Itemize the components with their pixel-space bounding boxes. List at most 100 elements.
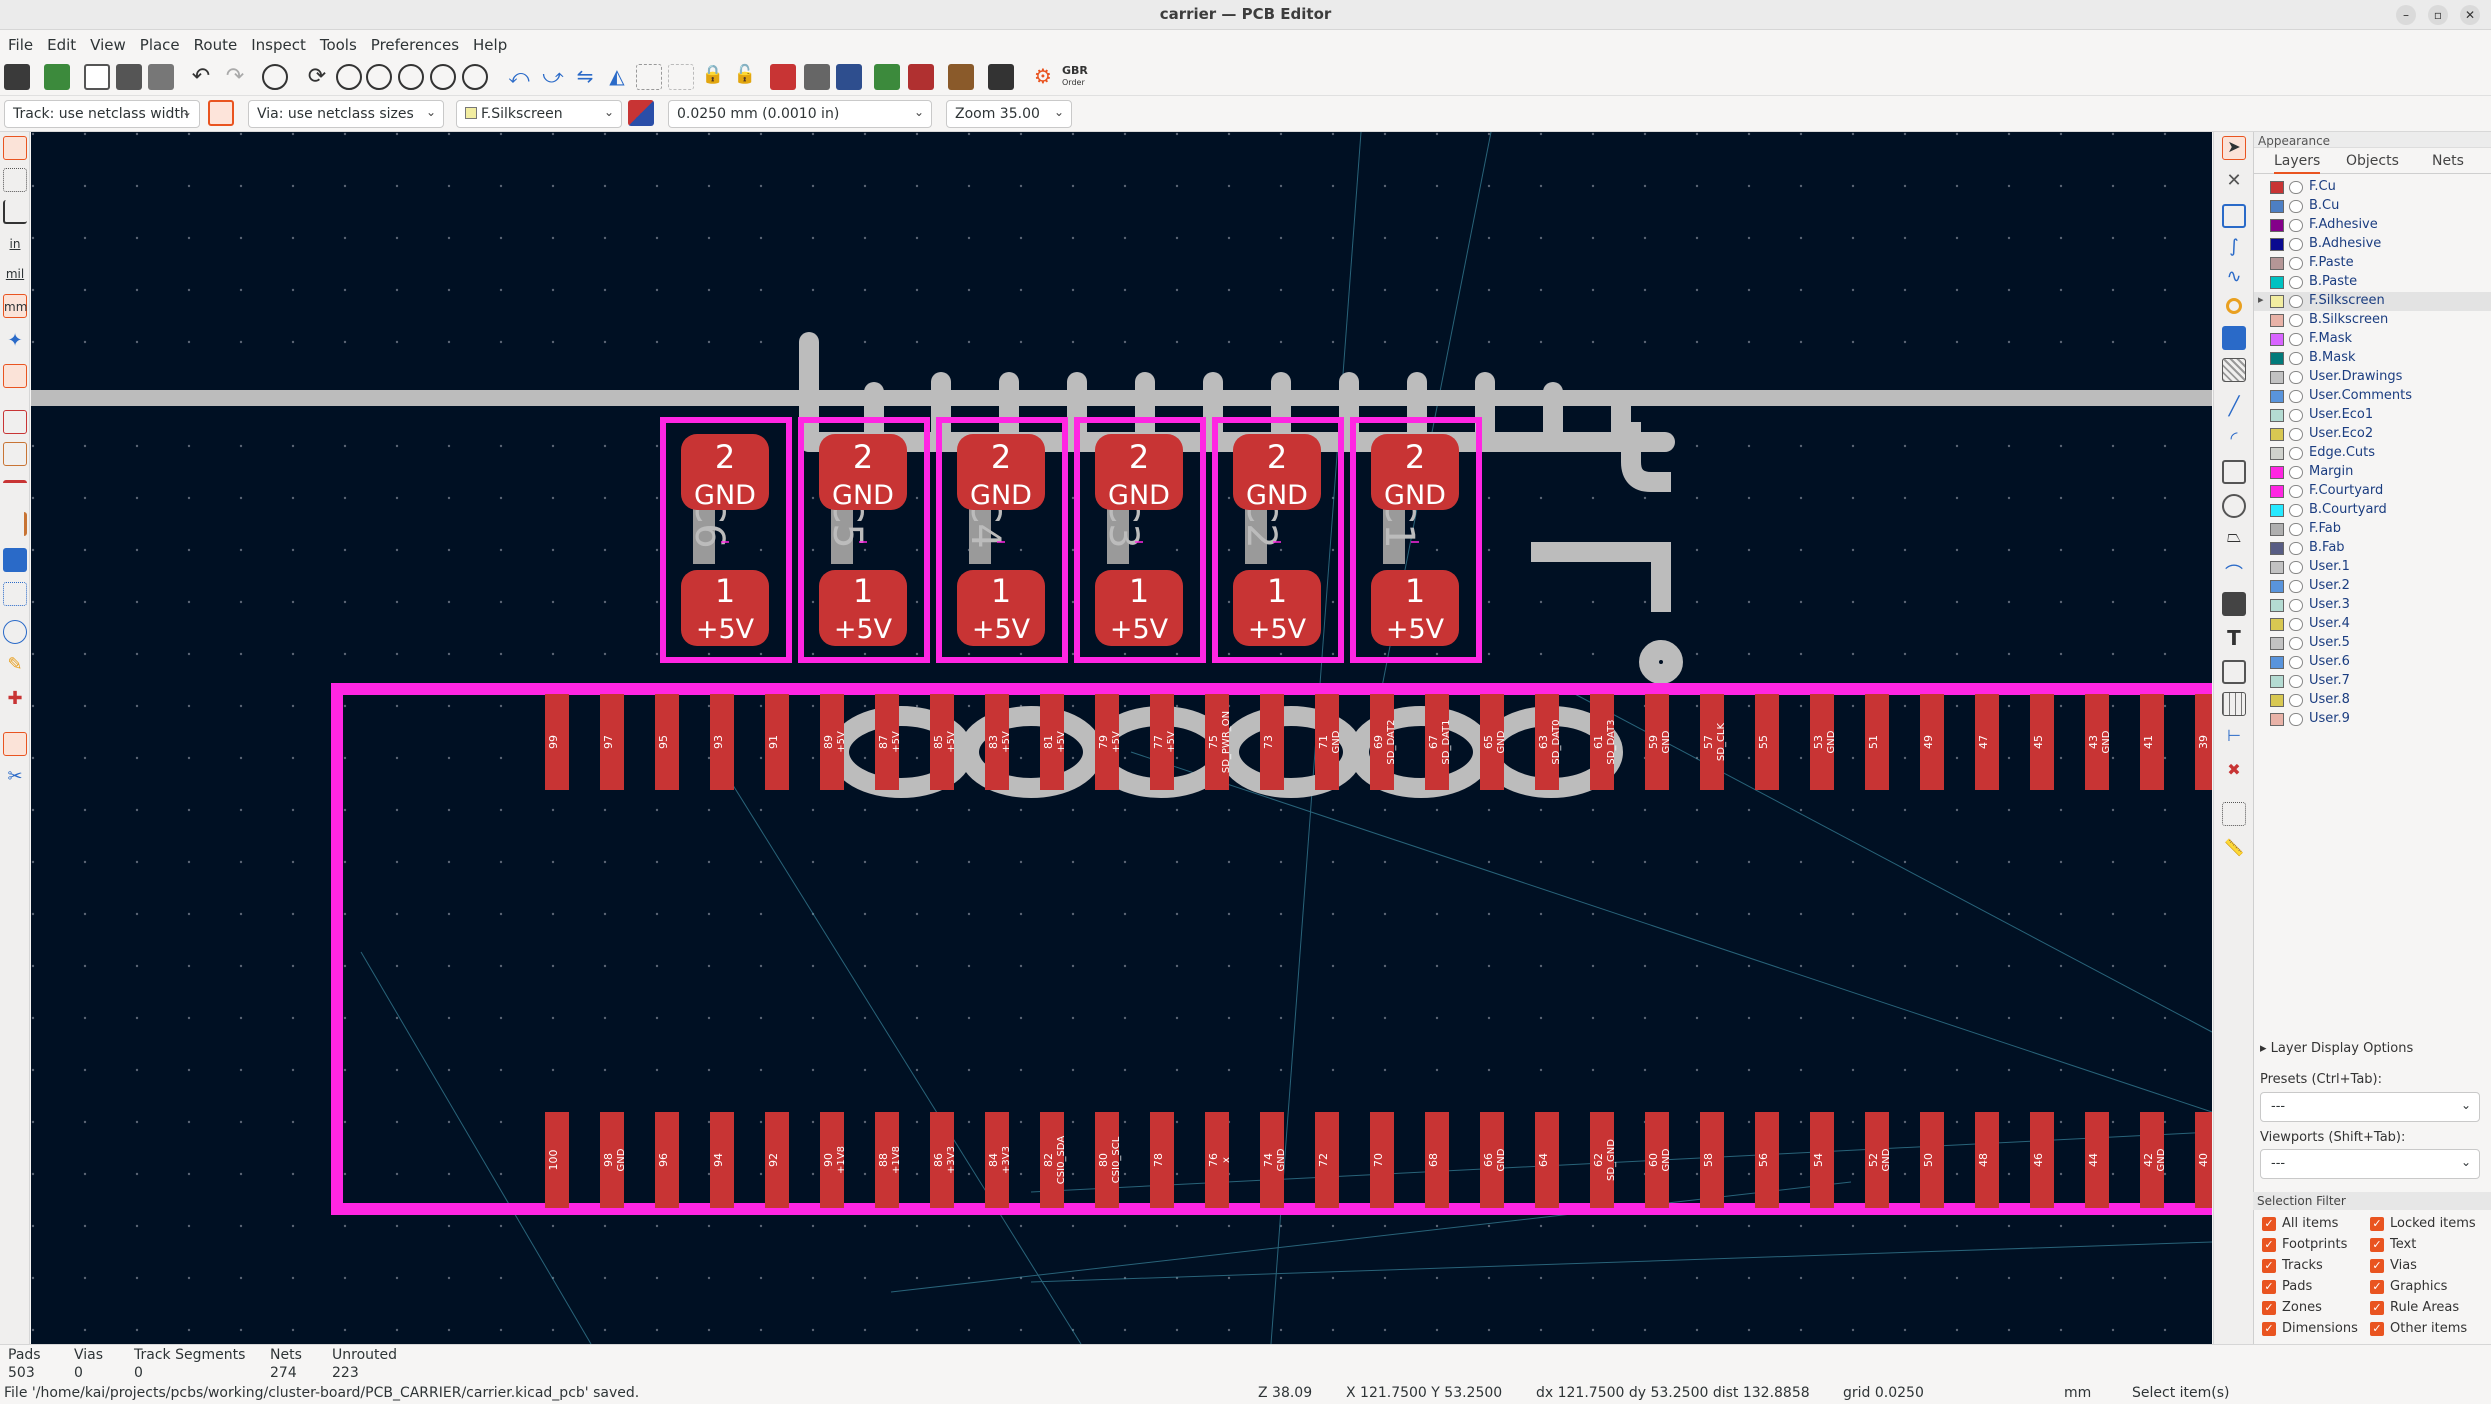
layer-row[interactable]: User.Eco2 <box>2254 425 2491 444</box>
layer-color-swatch[interactable] <box>2270 542 2284 555</box>
ungroup-icon[interactable] <box>668 64 694 90</box>
connector-pad[interactable]: 51 <box>1865 694 1889 790</box>
maximize-icon[interactable]: ▫ <box>2428 5 2448 25</box>
netlist-icon[interactable] <box>770 64 796 90</box>
draw-rectangle-icon[interactable] <box>2222 460 2246 484</box>
add-via-icon[interactable] <box>2226 298 2242 314</box>
layer-color-swatch[interactable] <box>2270 675 2284 688</box>
layer-manager-icon[interactable] <box>3 732 27 756</box>
ratsnest-toggle-icon[interactable] <box>3 410 27 434</box>
connector-pad[interactable]: 75 SD_PWR_ON <box>1205 694 1232 790</box>
layer-color-swatch[interactable] <box>2270 485 2284 498</box>
layer-color-swatch[interactable] <box>2270 333 2284 346</box>
save-icon[interactable] <box>4 64 30 90</box>
connector-pad[interactable]: 47 <box>1975 694 1999 790</box>
highlight-net-icon[interactable]: ✎ <box>3 654 27 678</box>
layer-color-swatch[interactable] <box>2270 637 2284 650</box>
connector-pad[interactable]: 82 CSI0_SDA <box>1040 1112 1067 1208</box>
zoom-out-icon[interactable] <box>366 64 392 90</box>
layer-row[interactable]: User.3 <box>2254 596 2491 615</box>
drc-icon[interactable] <box>908 64 934 90</box>
connector-pad[interactable]: 44 <box>2085 1112 2109 1208</box>
layer-row[interactable]: User.8 <box>2254 691 2491 710</box>
connector-pad[interactable]: 52 GND <box>1865 1112 1892 1208</box>
visibility-eye-icon[interactable] <box>2289 466 2303 479</box>
layer-color-swatch[interactable] <box>2270 276 2284 289</box>
connector-pad[interactable]: 90 +1V8 <box>820 1112 847 1208</box>
unlock-icon[interactable]: 🔓 <box>732 64 758 90</box>
flip-icon[interactable]: ⇋ <box>572 64 598 90</box>
layer-row[interactable]: User.7 <box>2254 672 2491 691</box>
add-table-icon[interactable] <box>2222 692 2246 716</box>
layer-select[interactable]: F.Silkscreen ⌄ <box>456 100 622 128</box>
add-textbox-icon[interactable] <box>2222 660 2246 684</box>
update-from-schematic-icon[interactable] <box>874 64 900 90</box>
ratsnest-icon[interactable] <box>3 168 27 192</box>
pcb-canvas[interactable]: C6 2 GND 1 +5V C5 2 GND 1 +5V C4 2 GND 1 +5V C3 2 GND 1 +5V… <box>31 132 2212 1344</box>
delete-icon[interactable]: ✖ <box>2222 760 2246 784</box>
layer-color-swatch[interactable] <box>2270 599 2284 612</box>
zoom-objects-icon[interactable] <box>430 64 456 90</box>
layer-color-swatch[interactable] <box>2270 352 2284 365</box>
connector-pad[interactable]: 73 <box>1260 694 1284 790</box>
visibility-eye-icon[interactable] <box>2289 181 2303 194</box>
layer-row[interactable]: F.Courtyard <box>2254 482 2491 501</box>
connector-pad[interactable]: 48 <box>1975 1112 1999 1208</box>
connector-pad[interactable]: 88 +1V8 <box>875 1112 902 1208</box>
layer-row[interactable]: User.1 <box>2254 558 2491 577</box>
angle-snap-icon[interactable] <box>3 364 27 388</box>
layer-row[interactable]: User.Eco1 <box>2254 406 2491 425</box>
add-image-icon[interactable] <box>2222 592 2246 616</box>
menu-help[interactable]: Help <box>465 30 513 54</box>
net-inspector-icon[interactable] <box>3 620 27 644</box>
connector-pad[interactable]: 60 GND <box>1645 1112 1672 1208</box>
visibility-eye-icon[interactable] <box>2289 314 2303 327</box>
add-zone-icon[interactable] <box>2222 326 2246 350</box>
millimeters-button[interactable]: mm <box>3 294 27 318</box>
connector-pad[interactable]: 97 <box>600 694 624 790</box>
connector-pad[interactable]: 72 <box>1315 1112 1339 1208</box>
connector-pad[interactable]: 39 <box>2195 694 2212 790</box>
vias-outline-icon[interactable] <box>3 512 27 536</box>
connector-pad[interactable]: 98 GND <box>600 1112 627 1208</box>
visibility-eye-icon[interactable] <box>2289 295 2303 308</box>
layer-color-swatch[interactable] <box>2270 371 2284 384</box>
connector-pad[interactable]: 94 <box>710 1112 734 1208</box>
tracks-outline-icon[interactable] <box>3 480 27 504</box>
layer-row[interactable]: Margin <box>2254 463 2491 482</box>
select-icon[interactable]: ➤ <box>2222 136 2246 160</box>
connector-pad[interactable]: 67 SD_DAT1 <box>1425 694 1452 790</box>
layer-row[interactable]: User.Comments <box>2254 387 2491 406</box>
connector-pad[interactable]: 55 <box>1755 694 1779 790</box>
layer-row[interactable]: B.Silkscreen <box>2254 311 2491 330</box>
inches-button[interactable]: in <box>3 232 27 256</box>
draw-arc-icon[interactable]: ◜ <box>2222 428 2246 452</box>
visibility-eye-icon[interactable] <box>2289 257 2303 270</box>
menu-place[interactable]: Place <box>132 30 186 54</box>
connector-pad[interactable]: 40 <box>2195 1112 2212 1208</box>
add-footprint-icon[interactable] <box>2222 204 2246 228</box>
layer-pair-icon[interactable] <box>628 100 654 126</box>
mirror-icon[interactable]: ◭ <box>604 64 630 90</box>
visibility-eye-icon[interactable] <box>2289 371 2303 384</box>
visibility-eye-icon[interactable] <box>2289 447 2303 460</box>
visibility-eye-icon[interactable] <box>2289 637 2303 650</box>
route-track-icon[interactable]: ∫ <box>2222 236 2246 260</box>
layer-row[interactable]: Edge.Cuts <box>2254 444 2491 463</box>
rotate-ccw-icon[interactable]: ⤺ <box>506 64 532 90</box>
layer-row[interactable]: F.Mask <box>2254 330 2491 349</box>
connector-pad[interactable]: 46 <box>2030 1112 2054 1208</box>
track-width-select[interactable]: Track: use netclass width ⌄ <box>4 100 200 128</box>
layer-row[interactable]: F.Fab <box>2254 520 2491 539</box>
visibility-eye-icon[interactable] <box>2289 219 2303 232</box>
layer-color-swatch[interactable] <box>2270 238 2284 251</box>
board-setup-icon[interactable] <box>44 64 70 90</box>
connector-pad[interactable]: 91 <box>765 694 789 790</box>
connector-pad[interactable]: 84 +3V3 <box>985 1112 1012 1208</box>
connector-pad[interactable]: 42 GND <box>2140 1112 2167 1208</box>
mils-button[interactable]: mil <box>3 262 27 286</box>
connector-pad[interactable]: 54 <box>1810 1112 1834 1208</box>
connector-pad[interactable]: 49 <box>1920 694 1944 790</box>
layer-color-swatch[interactable] <box>2270 409 2284 422</box>
layer-color-swatch[interactable] <box>2270 257 2284 270</box>
